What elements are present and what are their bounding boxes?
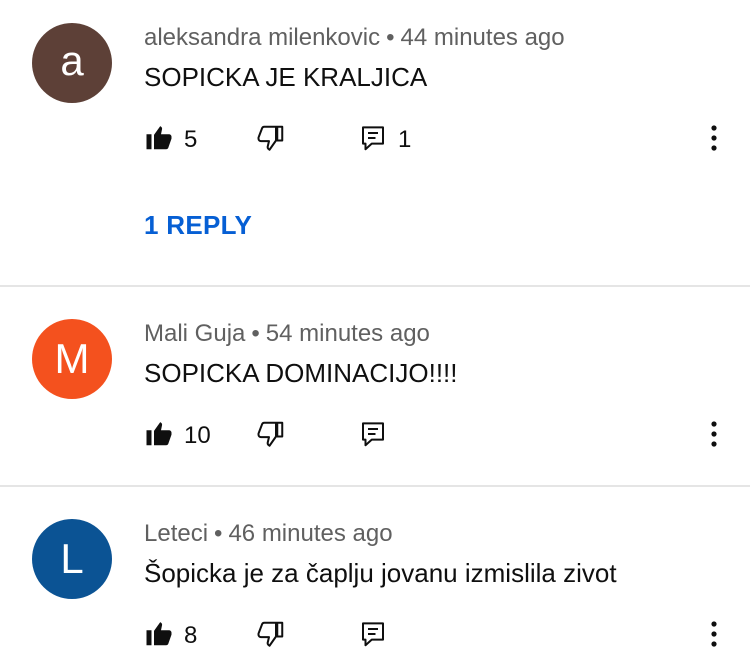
avatar[interactable]: M: [32, 319, 112, 399]
comment-actions: 8: [144, 616, 744, 656]
dislike-button[interactable]: [256, 616, 286, 656]
avatar[interactable]: a: [32, 23, 112, 103]
comment-icon: [358, 419, 388, 454]
comment-meta: Mali Guja • 54 minutes ago: [144, 320, 430, 348]
reply-count: 1: [398, 126, 412, 153]
meta-separator: •: [214, 520, 223, 547]
dislike-button[interactable]: [256, 120, 286, 160]
comment-time[interactable]: 44 minutes ago: [401, 24, 565, 51]
comment-item: a aleksandra milenkovic • 44 minutes ago S…: [0, 0, 750, 285]
like-count: 5: [184, 126, 198, 153]
avatar-letter: M: [54, 335, 90, 382]
more-vertical-icon: [710, 619, 718, 654]
comment-author[interactable]: aleksandra milenkovic: [144, 24, 380, 51]
comment-author[interactable]: Leteci: [144, 520, 208, 547]
comment-author[interactable]: Mali Guja: [144, 320, 245, 347]
more-button[interactable]: [696, 120, 732, 160]
meta-separator: •: [251, 320, 260, 347]
avatar-letter: a: [60, 37, 84, 84]
reply-button[interactable]: [358, 616, 388, 656]
meta-separator: •: [386, 24, 395, 51]
thumbs-down-icon: [256, 419, 286, 454]
avatar[interactable]: L: [32, 519, 112, 599]
comment-text: SOPICKA DOMINACIJO!!!!: [144, 358, 458, 388]
comment-text: Šopicka je za čaplju jovanu izmislila zi…: [144, 558, 617, 588]
thumbs-down-icon: [256, 619, 286, 654]
like-count: 8: [184, 622, 198, 649]
dislike-button[interactable]: [256, 416, 286, 456]
comment-actions: 5 1: [144, 120, 744, 160]
more-vertical-icon: [710, 123, 718, 158]
comment-meta: aleksandra milenkovic • 44 minutes ago: [144, 24, 565, 52]
comment-item: L Leteci • 46 minutes ago Šopicka je za ča…: [0, 487, 750, 669]
comment-meta: Leteci • 46 minutes ago: [144, 520, 393, 548]
thumbs-up-icon: [144, 419, 174, 454]
like-count: 10: [184, 422, 211, 449]
avatar-letter: L: [60, 535, 84, 582]
like-button[interactable]: 10: [144, 416, 211, 456]
more-button[interactable]: [696, 616, 732, 656]
like-button[interactable]: 5: [144, 120, 197, 160]
more-vertical-icon: [710, 419, 718, 454]
comment-icon: [358, 123, 388, 158]
comment-icon: [358, 619, 388, 654]
thumbs-up-icon: [144, 123, 174, 158]
thumbs-down-icon: [256, 123, 286, 158]
comment-time[interactable]: 46 minutes ago: [228, 520, 392, 547]
comment-item: M Mali Guja • 54 minutes ago SOPICKA DOMIN…: [0, 287, 750, 485]
reply-button[interactable]: 1: [358, 120, 411, 160]
view-replies-link[interactable]: 1 REPLY: [144, 210, 252, 241]
comment-text: SOPICKA JE KRALJICA: [144, 62, 428, 92]
like-button[interactable]: 8: [144, 616, 197, 656]
comment-actions: 10: [144, 416, 744, 456]
more-button[interactable]: [696, 416, 732, 456]
thumbs-up-icon: [144, 619, 174, 654]
comment-time[interactable]: 54 minutes ago: [266, 320, 430, 347]
reply-button[interactable]: [358, 416, 388, 456]
